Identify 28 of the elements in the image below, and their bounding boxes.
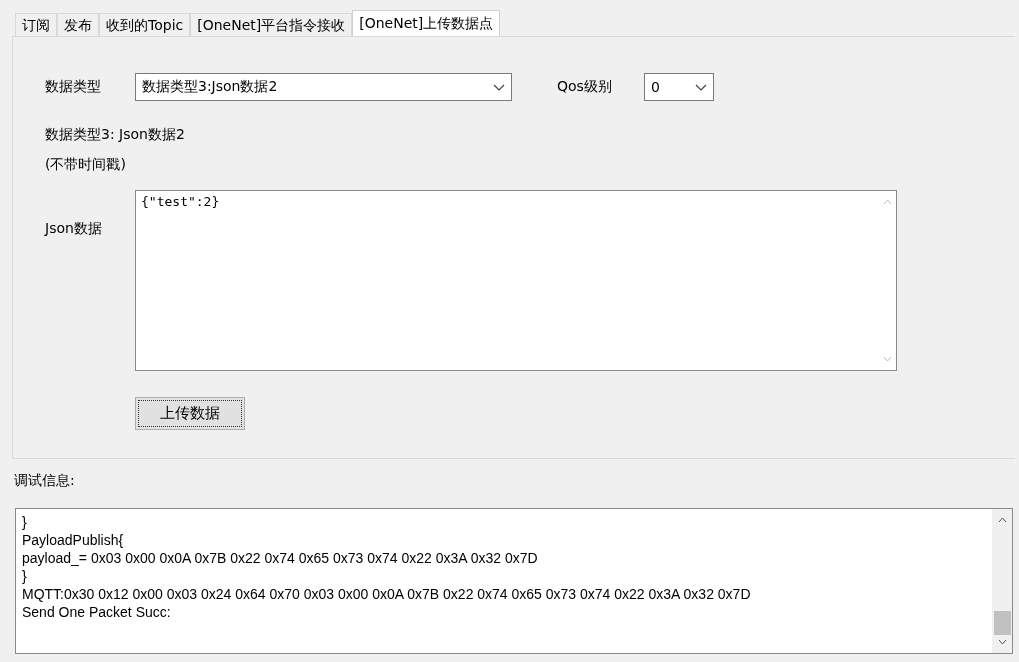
description-text: 数据类型3: Json数据2 [45,125,186,144]
tab[interactable]: [OneNet]上传数据点 [352,10,501,36]
tab[interactable]: 收到的Topic [99,13,191,36]
scroll-thumb[interactable] [993,611,1011,635]
json-data-label: Json数据 [45,220,103,238]
caret-icon [695,83,707,91]
json-data-field[interactable]: {"test":2} [135,190,897,371]
upload-button[interactable]: 上传数据 [135,397,245,430]
scrollbar[interactable] [992,509,1012,653]
data-type-label: 数据类型 [45,78,102,96]
debug-log-field[interactable] [15,508,1013,654]
qos-dropdown[interactable]: 0 [644,73,714,101]
log-line: PayloadPublish{ [22,531,125,549]
debug-info-label: 调试信息: [14,472,76,490]
tab[interactable]: 订阅 [15,13,57,36]
scroll-down-icon[interactable] [997,639,1007,645]
scroll-up-icon[interactable] [997,517,1007,523]
caret-icon [493,83,505,91]
log-line: } [22,513,28,531]
log-line: Send One Packet Succ: [22,603,172,621]
data-type-dropdown[interactable]: 数据类型3:Json数据2 [135,73,512,101]
log-line: } [22,567,28,585]
tab[interactable]: 发布 [57,13,99,36]
log-line: MQTT:0x30 0x12 0x00 0x03 0x24 0x64 0x70 0x03 0x00 0x0A 0x7B 0x22 0x74 0x65 0x73 0x74 0x22 0x3A 0x32 0x7D [22,585,751,603]
log-line: payload_= 0x03 0x00 0x0A 0x7B 0x22 0x74 0x65 0x73 0x74 0x22 0x3A 0x32 0x7D [22,549,539,567]
tab[interactable]: [OneNet]平台指令接收 [190,13,353,36]
qos-label: Qos级别 [557,78,613,96]
description-text: (不带时间戳) [45,155,127,174]
